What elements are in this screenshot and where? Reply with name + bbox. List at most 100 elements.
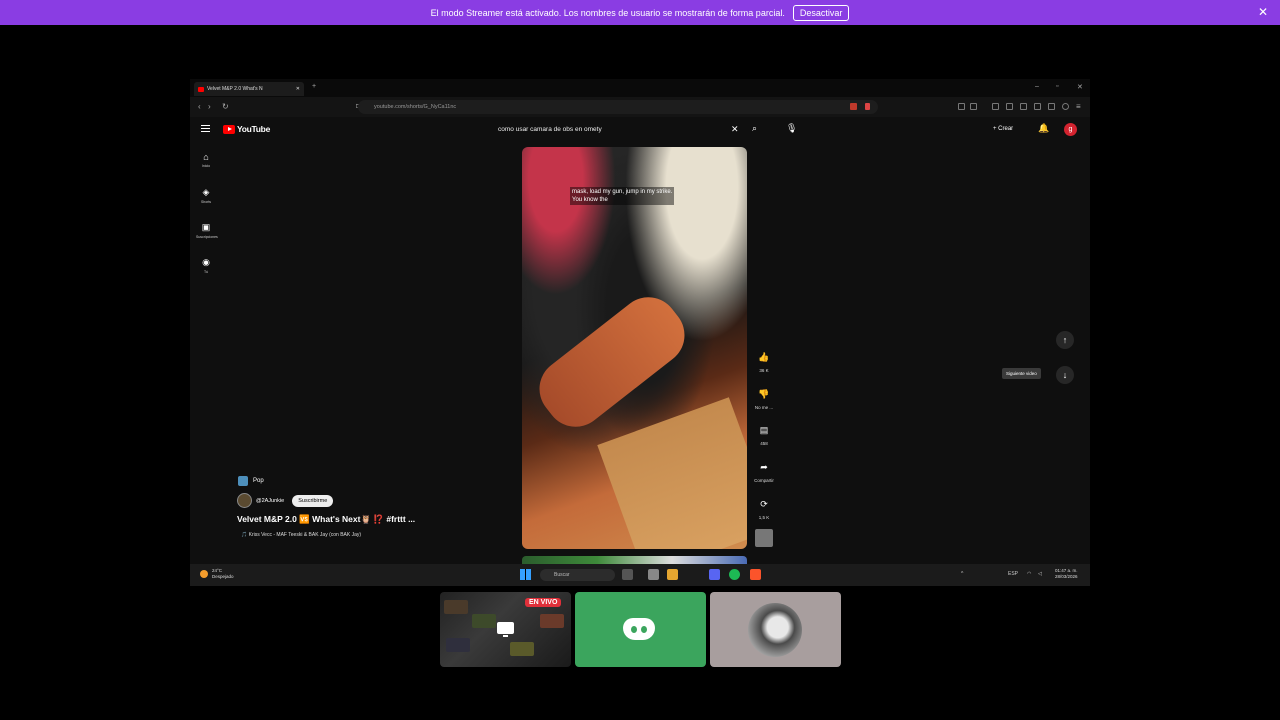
short-title[interactable]: Velvet M&P 2.0 🆚 What's Next🦉 ⁉️ #frttt … xyxy=(237,514,415,525)
account-avatar[interactable]: g xyxy=(1064,123,1077,136)
next-video-tooltip: Siguiente video xyxy=(1002,368,1041,379)
brave-app-icon[interactable] xyxy=(750,569,761,580)
taskview-icon[interactable] xyxy=(622,569,633,580)
hamburger-menu-icon[interactable] xyxy=(201,125,210,132)
youtube-header: YouTube como usar camara de obs en omety… xyxy=(190,117,1090,143)
short-video-player[interactable]: mask, load my gun, jump in my strike. Yo… xyxy=(522,147,747,549)
reload-icon[interactable]: ↻ xyxy=(222,102,229,111)
banner-message: El modo Streamer está activado. Los nomb… xyxy=(430,7,785,18)
clear-search-icon[interactable]: ✕ xyxy=(731,124,739,135)
subscribe-button[interactable]: Suscribirme xyxy=(292,494,334,507)
channel-row: @2AJunkie Suscribirme xyxy=(237,493,334,508)
share-button[interactable]: ➦ Compartir xyxy=(750,462,778,483)
menu-icon[interactable]: ≡ xyxy=(1076,102,1081,111)
category-chip[interactable]: Pop xyxy=(238,476,264,486)
subscriptions-icon: ▣ xyxy=(201,222,211,232)
youtube-play-icon xyxy=(223,124,235,134)
create-button[interactable]: + Crear xyxy=(993,126,1013,132)
sidebar-item-shorts[interactable]: ◈ Shorts xyxy=(196,187,216,204)
weather-widget[interactable]: 24°C Despejado xyxy=(200,568,234,579)
files-app-icon[interactable] xyxy=(648,569,659,580)
dislike-button[interactable]: 👎 No me ... xyxy=(750,389,778,410)
sidebar-item-label: Inicio xyxy=(201,164,211,168)
taskbar-search[interactable]: Buscar xyxy=(540,569,615,581)
home-icon: ⌂ xyxy=(203,152,209,162)
back-icon[interactable]: ‹ xyxy=(198,102,201,111)
stream-tile-user-avatar[interactable] xyxy=(710,592,841,667)
vpn-icon[interactable] xyxy=(1048,103,1055,110)
channel-avatar[interactable] xyxy=(237,493,252,508)
song-link[interactable]: 🎵 Kriss Vecc - MAF Teeski & BAK Jay (con… xyxy=(241,532,361,538)
sidebar-item-inicio[interactable]: ⌂ Inicio xyxy=(196,152,216,168)
brave-shield-icon[interactable] xyxy=(850,103,857,110)
stream-tile-discord-user[interactable] xyxy=(575,592,706,667)
youtube-favicon-icon xyxy=(198,86,204,92)
rewards-icon[interactable] xyxy=(865,103,870,110)
sidebar-toggle-icon[interactable] xyxy=(1020,103,1027,110)
sidebar-item-label: Suscripciones xyxy=(196,235,218,239)
like-count: 36 K xyxy=(759,368,769,373)
media-icon[interactable] xyxy=(1006,103,1013,110)
notifications-bell-icon[interactable]: 🔔 xyxy=(1038,123,1049,134)
tray-chevron-icon[interactable]: ^ xyxy=(961,571,963,577)
close-icon[interactable]: ✕ xyxy=(1258,5,1268,19)
youtube-logo[interactable]: YouTube xyxy=(223,124,270,134)
minimize-icon[interactable]: – xyxy=(1035,83,1039,90)
discord-app-icon[interactable] xyxy=(709,569,720,580)
user-avatar xyxy=(748,603,802,657)
microphone-icon[interactable]: 🎙 xyxy=(786,123,797,134)
search-input[interactable]: como usar camara de obs en omety xyxy=(498,126,602,133)
url-field[interactable]: youtube.com/shorts/G_NyCa11nc xyxy=(358,100,878,114)
spotify-app-icon[interactable] xyxy=(729,569,740,580)
weather-condition: Despejado xyxy=(212,573,234,579)
deactivate-button[interactable]: Desactivar xyxy=(792,4,850,21)
previous-video-button[interactable]: ↑ xyxy=(1056,331,1074,349)
window-close-icon[interactable]: ✕ xyxy=(1077,83,1083,91)
caption-line: mask, load my gun, jump in my strike. xyxy=(572,189,673,195)
next-video-button[interactable]: ↓ xyxy=(1056,366,1074,384)
file-explorer-icon[interactable] xyxy=(667,569,678,580)
sound-thumbnail[interactable] xyxy=(755,529,773,547)
video-frame-floor xyxy=(597,397,747,549)
remix-button[interactable]: ⟳ 1,5 K xyxy=(750,499,778,520)
browser-tab-bar: Velvet M&P 2.0 What's N ✕ + – ▫ ✕ xyxy=(190,79,1090,97)
sidebar-item-subscriptions[interactable]: ▣ Suscripciones xyxy=(196,222,218,239)
shared-screen: Velvet M&P 2.0 What's N ✕ + – ▫ ✕ ‹ › ↻ … xyxy=(190,79,1090,586)
download-icon[interactable] xyxy=(992,103,999,110)
like-button[interactable]: 👍 36 K xyxy=(750,352,778,373)
extensions-icon[interactable] xyxy=(1034,103,1041,110)
url-text: youtube.com/shorts/G_NyCa11nc xyxy=(374,104,457,110)
new-tab-icon[interactable]: + xyxy=(312,83,316,90)
thumbs-up-icon: 👍 xyxy=(758,352,770,362)
sidebar-item-you[interactable]: ◉ Tú xyxy=(196,257,216,274)
remix-count: 1,5 K xyxy=(758,515,770,520)
maximize-icon[interactable]: ▫ xyxy=(1056,83,1058,90)
discord-logo-icon xyxy=(623,618,655,640)
taskbar-search-label: Buscar xyxy=(554,572,570,578)
youtube-logo-text: YouTube xyxy=(237,124,270,134)
category-label: Pop xyxy=(253,478,264,484)
weather-temp: 24°C xyxy=(212,568,223,573)
comment-count: 458 xyxy=(760,441,768,446)
stream-preview-thumbnail xyxy=(540,614,564,628)
language-indicator[interactable]: ESP xyxy=(1008,571,1018,577)
browser-tab[interactable]: Velvet M&P 2.0 What's N ✕ xyxy=(194,82,304,96)
volume-icon[interactable]: ◁ xyxy=(1038,571,1042,577)
taskbar-clock[interactable]: 01:47 a. m. 28/03/2026 xyxy=(1055,568,1078,580)
leo-icon[interactable] xyxy=(958,103,965,110)
windows-start-icon[interactable] xyxy=(520,569,531,580)
stream-tile-screen[interactable]: EN VIVO xyxy=(440,592,571,667)
tab-close-icon[interactable]: ✕ xyxy=(296,86,300,92)
comment-icon: ▤ xyxy=(759,425,769,435)
stream-preview-thumbnail xyxy=(510,642,534,656)
arrow-down-icon: ↓ xyxy=(1062,370,1068,380)
search-icon[interactable]: ⌕ xyxy=(752,123,757,134)
comments-button[interactable]: ▤ 458 xyxy=(750,425,778,446)
network-icon[interactable]: ◠ xyxy=(1027,571,1031,577)
channel-name[interactable]: @2AJunkie xyxy=(256,498,284,504)
sidebar-item-label: Tú xyxy=(203,270,209,274)
forward-icon[interactable]: › xyxy=(208,102,211,111)
wallet-icon[interactable] xyxy=(970,103,977,110)
profile-icon[interactable] xyxy=(1062,103,1069,110)
streamer-mode-banner: El modo Streamer está activado. Los nomb… xyxy=(0,0,1280,25)
